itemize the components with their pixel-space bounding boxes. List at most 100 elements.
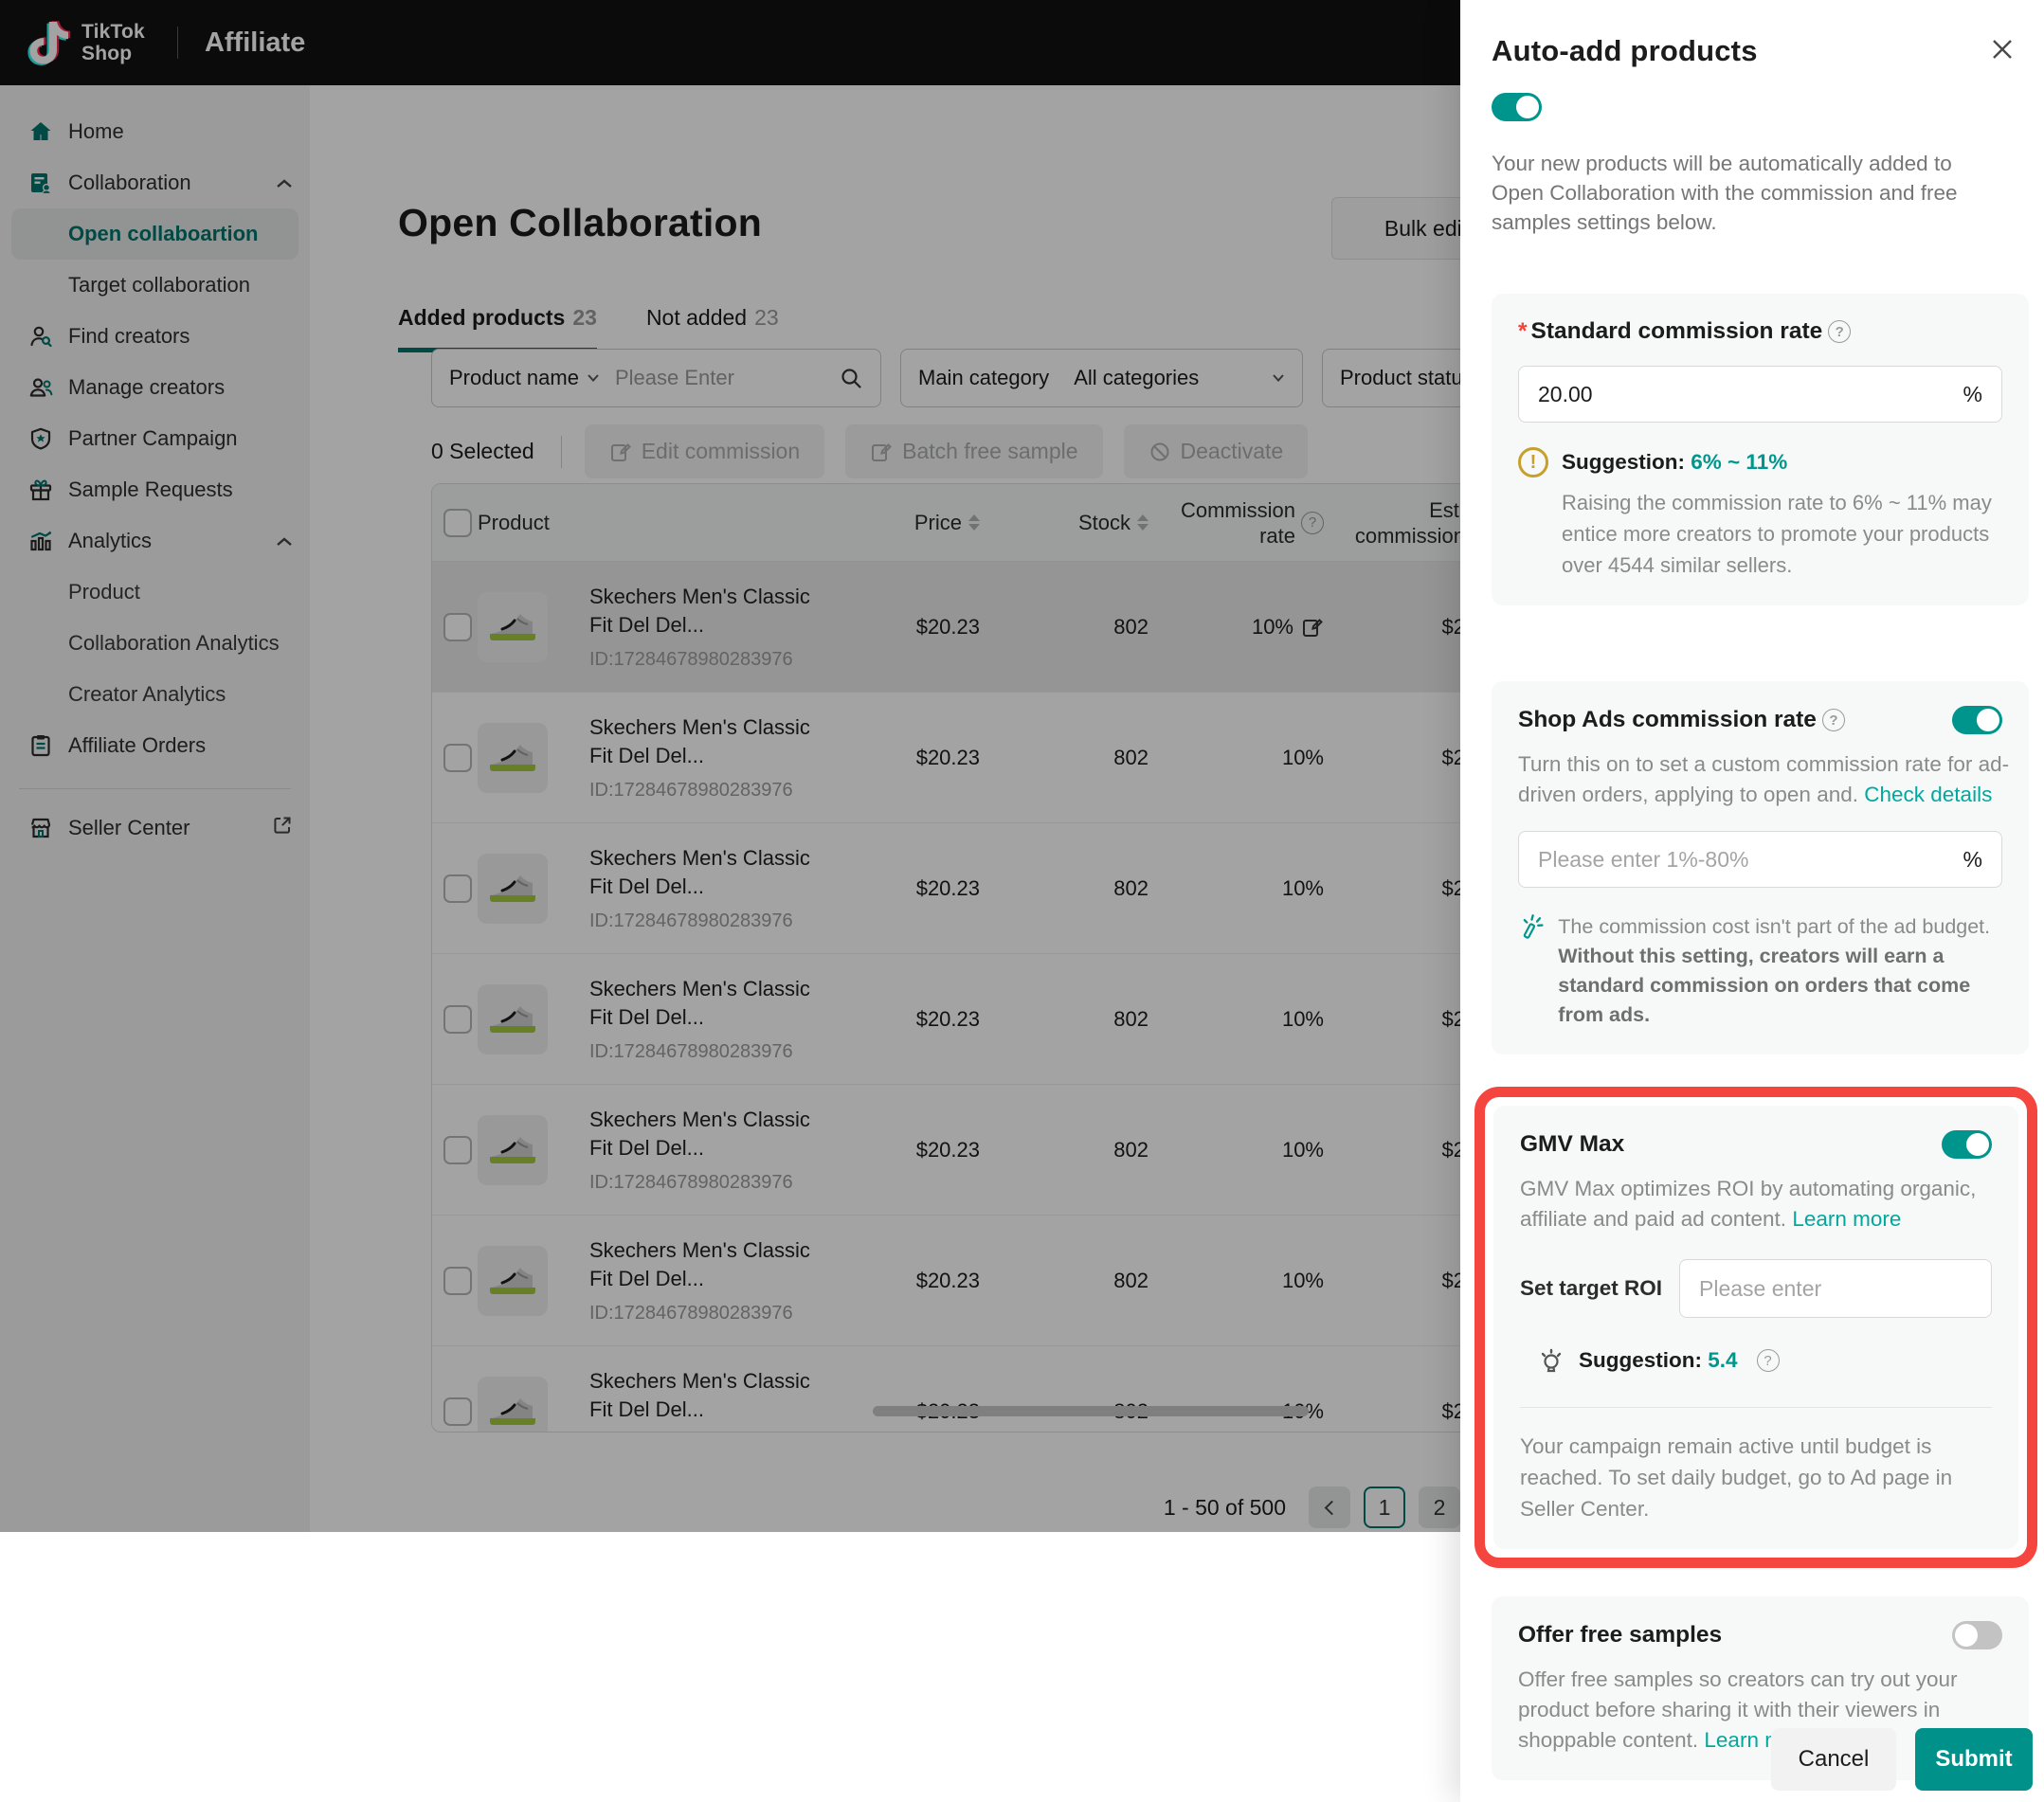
edit-icon (870, 441, 893, 463)
sidebar-item-collaboration[interactable]: Collaboration (0, 157, 310, 208)
help-icon[interactable] (1757, 1349, 1780, 1372)
auto-add-toggle[interactable] (1492, 93, 1542, 121)
price-cell: $20.23 (847, 876, 980, 901)
search-input[interactable]: Please Enter (615, 366, 839, 390)
table-row[interactable]: Skechers Men's Classic Fit Del Del... ID… (432, 693, 1460, 823)
free-samples-toggle[interactable] (1952, 1621, 2002, 1649)
header-divider (177, 27, 178, 59)
help-icon[interactable] (1301, 512, 1324, 534)
standard-commission-input[interactable]: 20.00 % (1518, 366, 2002, 423)
product-image (478, 1115, 548, 1185)
row-checkbox[interactable] (443, 1397, 472, 1426)
sidebar-item-collaboration-analytics[interactable]: Collaboration Analytics (0, 618, 310, 669)
search-field-selector[interactable]: Product name (449, 366, 600, 390)
tab-not-added[interactable]: Not added 23 (646, 305, 779, 352)
sidebar-item-target-collaboration[interactable]: Target collaboration (0, 260, 310, 311)
target-roi-label: Set target ROI (1520, 1276, 1662, 1301)
commission-cell: 10% (1149, 746, 1324, 770)
table-row[interactable]: Skechers Men's Classic Fit Del Del... ID… (432, 1346, 1460, 1433)
analytics-icon (28, 529, 53, 553)
table-row[interactable]: Skechers Men's Classic Fit Del Del... ID… (432, 562, 1460, 693)
sidebar-item-seller-center[interactable]: Seller Center (0, 802, 310, 854)
batch-free-sample-button[interactable]: Batch free sample (845, 424, 1102, 478)
row-checkbox[interactable] (443, 1136, 472, 1164)
edit-commission-button[interactable]: Edit commission (585, 424, 824, 478)
product-name-search[interactable]: Product name Please Enter (431, 349, 881, 407)
top-bar: TikTok Shop Affiliate (0, 0, 1460, 85)
sidebar-item-affiliate-orders[interactable]: Affiliate Orders (0, 720, 310, 771)
deactivate-button[interactable]: Deactivate (1124, 424, 1309, 478)
search-icon[interactable] (839, 366, 863, 390)
shop-ads-rate-input[interactable]: Please enter 1%-80% % (1518, 831, 2002, 888)
collaboration-icon (28, 171, 53, 195)
submit-button[interactable]: Submit (1915, 1728, 2033, 1791)
shop-ads-toggle[interactable] (1952, 706, 2002, 734)
edit-commission-icon[interactable] (1301, 616, 1324, 639)
sidebar: Home Collaboration Open collaboartion Ta… (0, 85, 310, 1532)
tab-added-products[interactable]: Added products 23 (398, 305, 597, 352)
row-checkbox[interactable] (443, 1267, 472, 1295)
column-price[interactable]: Price (847, 511, 980, 535)
price-cell: $20.23 (847, 1269, 980, 1293)
sidebar-item-product[interactable]: Product (0, 567, 310, 618)
sidebar-item-partner-campaign[interactable]: Partner Campaign (0, 413, 310, 464)
pagination: 1 - 50 of 500 1 2 (310, 1486, 1460, 1529)
shop-ads-description: Turn this on to set a custom commission … (1518, 749, 2011, 810)
page-2-button[interactable]: 2 (1419, 1487, 1460, 1528)
product-name: Skechers Men's Classic (589, 583, 847, 611)
page-1-button[interactable]: 1 (1364, 1487, 1405, 1528)
row-checkbox[interactable] (443, 613, 472, 641)
column-stock[interactable]: Stock (980, 511, 1149, 535)
commission-cell: 10% (1149, 876, 1324, 901)
table-row[interactable]: Skechers Men's Classic Fit Del Del... ID… (432, 1085, 1460, 1216)
product-image (478, 854, 548, 924)
column-est-commission: Est. commission (1324, 497, 1460, 549)
check-details-link[interactable]: Check details (1864, 783, 1992, 806)
row-checkbox[interactable] (443, 744, 472, 772)
sidebar-item-find-creators[interactable]: Find creators (0, 311, 310, 362)
sidebar-item-creator-analytics[interactable]: Creator Analytics (0, 669, 310, 720)
table-row[interactable]: Skechers Men's Classic Fit Del Del... ID… (432, 954, 1460, 1085)
main-content: Open Collaboration Bulk edit Added produ… (310, 85, 1460, 1532)
product-name: Skechers Men's Classic (589, 1106, 847, 1134)
select-all-checkbox[interactable] (443, 509, 472, 537)
sidebar-item-home[interactable]: Home (0, 106, 310, 157)
price-cell: $20.23 (847, 615, 980, 640)
row-checkbox[interactable] (443, 874, 472, 903)
bulk-edit-button[interactable]: Bulk edit (1331, 197, 1460, 260)
price-cell: $20.23 (847, 1007, 980, 1032)
learn-more-link[interactable]: Learn more (1792, 1207, 1901, 1231)
table-row[interactable]: Skechers Men's Classic Fit Del Del... ID… (432, 1216, 1460, 1346)
stock-cell: 802 (980, 876, 1149, 901)
help-icon[interactable] (1828, 320, 1851, 343)
product-status-filter[interactable]: Product statu (1322, 349, 1460, 407)
toolbar-divider (561, 436, 562, 468)
chevron-up-icon (276, 529, 293, 553)
prev-page-button[interactable] (1309, 1487, 1350, 1528)
sidebar-item-manage-creators[interactable]: Manage creators (0, 362, 310, 413)
sidebar-item-sample-requests[interactable]: Sample Requests (0, 464, 310, 515)
gmv-max-toggle[interactable] (1942, 1130, 1992, 1159)
sidebar-item-analytics[interactable]: Analytics (0, 515, 310, 567)
commission-suggestion: Suggestion: 6% ~ 11% (1518, 447, 2002, 478)
selection-toolbar: 0 Selected Edit commission Batch free sa… (431, 424, 1329, 478)
standard-commission-card: * Standard commission rate 20.00 % Sugge… (1492, 294, 2029, 605)
edit-icon (609, 441, 632, 463)
main-category-filter[interactable]: Main category All categories (900, 349, 1303, 407)
sort-icon[interactable] (968, 514, 980, 531)
help-icon[interactable] (1822, 709, 1845, 731)
cancel-button[interactable]: Cancel (1771, 1728, 1896, 1791)
sort-icon[interactable] (1137, 514, 1149, 531)
manage-creators-icon (28, 375, 53, 400)
product-image (478, 723, 548, 793)
table-row[interactable]: Skechers Men's Classic Fit Del Del... ID… (432, 823, 1460, 954)
target-roi-input[interactable]: Please enter (1679, 1259, 1992, 1318)
row-checkbox[interactable] (443, 1005, 472, 1034)
product-id: ID:17284678980283976 (589, 1172, 847, 1194)
stock-cell: 802 (980, 615, 1149, 640)
price-cell: $20.23 (847, 1138, 980, 1162)
horizontal-scrollbar[interactable] (873, 1406, 1309, 1416)
sidebar-item-open-collaboration[interactable]: Open collaboartion (11, 208, 298, 260)
close-icon[interactable] (1987, 36, 2017, 66)
roi-suggestion: Suggestion: 5.4 (1537, 1346, 1992, 1375)
